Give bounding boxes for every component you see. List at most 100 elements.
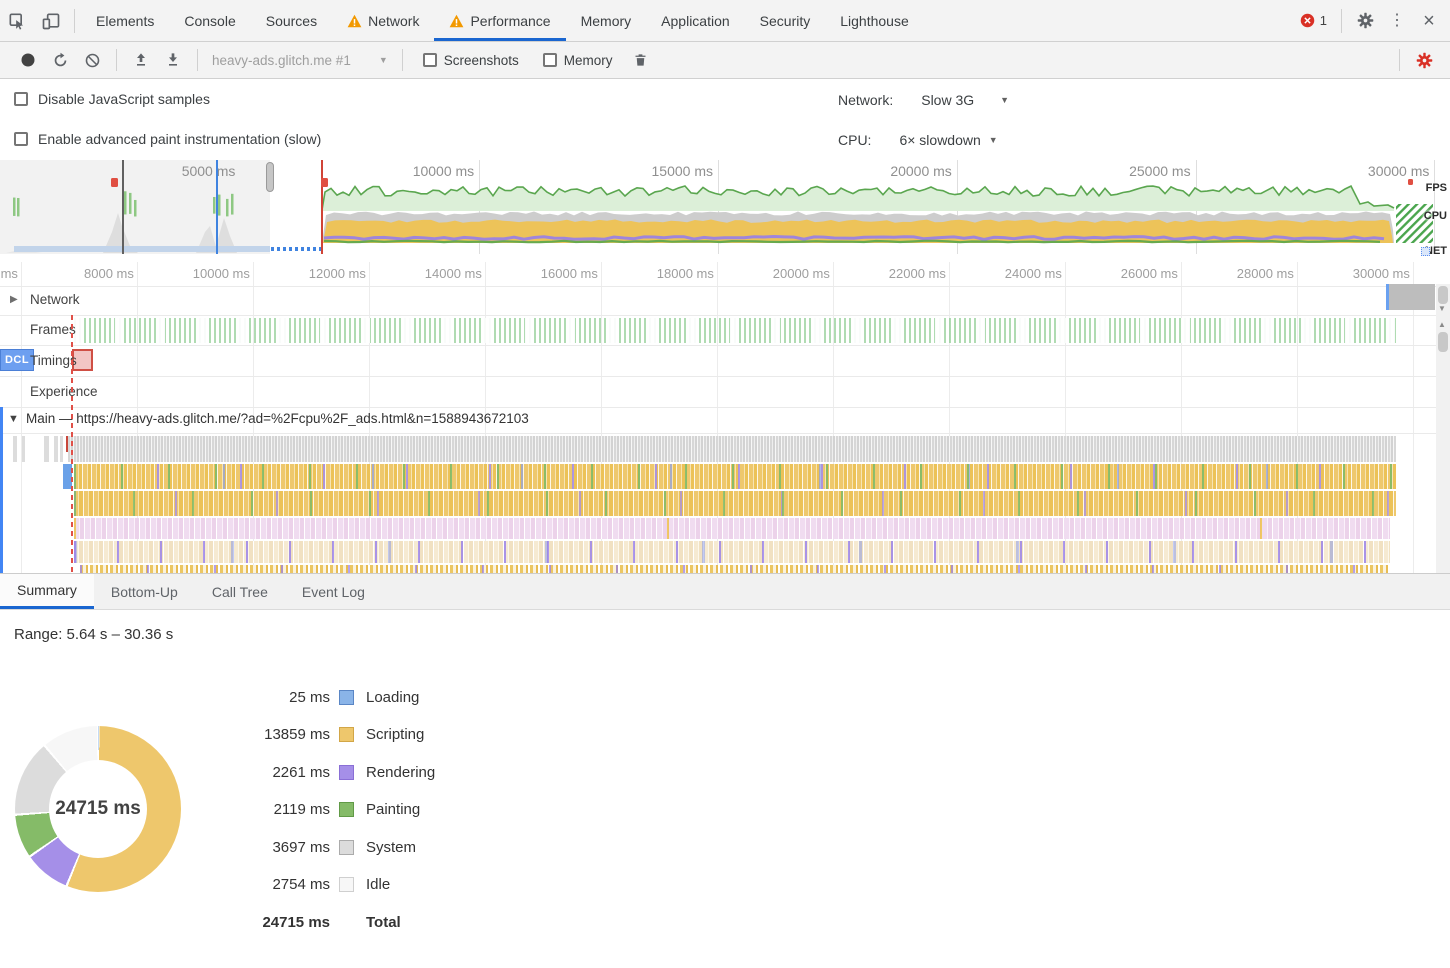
screenshots-checkbox[interactable] — [423, 53, 437, 67]
scroll-up-icon[interactable]: ▲ — [1438, 320, 1446, 329]
detail-tick-label: 24000 ms — [942, 266, 1062, 281]
overview-long-task-badge — [321, 178, 328, 187]
memory-checkbox[interactable] — [543, 53, 557, 67]
overview-selection-left-handle[interactable] — [266, 162, 274, 192]
timeline-detail-pane[interactable]: 6000 ms8000 ms10000 ms12000 ms14000 ms16… — [0, 262, 1450, 578]
legend-row: 3697 msSystem — [0, 836, 560, 858]
main-track-selection-stripe — [0, 407, 3, 578]
load-profile-icon[interactable] — [125, 46, 157, 74]
bottom-tabbar: Summary Bottom-Up Call Tree Event Log — [0, 573, 1450, 610]
tab-bottom-up[interactable]: Bottom-Up — [94, 574, 195, 609]
flame-row-4[interactable] — [74, 518, 1390, 539]
clear-icon[interactable] — [76, 46, 108, 74]
warning-icon — [449, 14, 464, 28]
disable-js-samples-group[interactable]: Disable JavaScript samples — [14, 91, 210, 107]
tab-application[interactable]: Application — [646, 0, 745, 41]
tab-lighthouse[interactable]: Lighthouse — [825, 0, 924, 41]
legend-label: Idle — [366, 876, 390, 893]
scrollbar-thumb[interactable] — [1438, 332, 1448, 352]
network-track-label[interactable]: Network — [30, 292, 80, 307]
legend-label: Painting — [366, 801, 420, 818]
tab-memory[interactable]: Memory — [566, 0, 647, 41]
vertical-scrollbar[interactable]: ▼ ▲ — [1436, 284, 1450, 578]
legend-row: 25 msLoading — [0, 686, 560, 708]
cpu-throttle-select[interactable]: 6× slowdown ▼ — [899, 132, 997, 148]
flame-row-3[interactable] — [74, 491, 1396, 516]
task-bar[interactable] — [22, 436, 25, 462]
main-track-collapse-icon[interactable]: ▼ — [8, 413, 19, 425]
legend-swatch-idle — [339, 877, 354, 892]
fps-lane-label: FPS — [1387, 182, 1447, 194]
screenshots-checkbox-group[interactable]: Screenshots — [423, 53, 519, 68]
task-bar[interactable] — [60, 436, 63, 462]
detail-tick-label: 8000 ms — [14, 266, 134, 281]
legend-value: 24715 ms — [180, 914, 330, 931]
divider — [74, 9, 75, 33]
legend-row: 13859 msScripting — [0, 724, 560, 746]
legend-swatch-scripting — [339, 727, 354, 742]
tab-sources[interactable]: Sources — [251, 0, 332, 41]
flame-row-2[interactable] — [74, 464, 1396, 489]
network-throttle-select[interactable]: Slow 3G ▼ — [921, 92, 1009, 108]
scrollbar-thumb[interactable] — [1438, 286, 1448, 304]
main-track-label[interactable]: Main — https://heavy-ads.glitch.me/?ad=%… — [26, 411, 529, 426]
devtools-window: Elements Console Sources Network Perform… — [0, 0, 1450, 968]
legend-swatch-painting — [339, 802, 354, 817]
overview-tick-label: 20000 ms — [832, 163, 952, 179]
tab-elements[interactable]: Elements — [81, 0, 169, 41]
advanced-paint-group[interactable]: Enable advanced paint instrumentation (s… — [14, 131, 321, 147]
tab-summary[interactable]: Summary — [0, 574, 94, 609]
tab-console[interactable]: Console — [169, 0, 250, 41]
load-event-dashed-line — [71, 315, 73, 576]
garbage-collect-trash-icon[interactable] — [625, 46, 657, 74]
frames-activity[interactable] — [74, 318, 1396, 343]
device-toolbar-icon[interactable] — [34, 7, 68, 35]
capture-settings-gear-icon[interactable] — [1408, 46, 1440, 74]
detail-tick-label: 30000 ms — [1290, 266, 1410, 281]
task-bar[interactable] — [54, 436, 58, 462]
detail-tick-label: 12000 ms — [246, 266, 366, 281]
network-request-bar[interactable] — [1386, 284, 1435, 310]
experience-track-label[interactable]: Experience — [30, 384, 98, 399]
dcl-timing-badge[interactable]: DCL — [0, 349, 34, 371]
flame-row-tasks[interactable] — [68, 436, 1396, 462]
console-error-badge[interactable]: 1 — [1294, 13, 1333, 28]
performance-toolbar: heavy-ads.glitch.me #1 ▼ Screenshots Mem… — [0, 42, 1450, 79]
task-bar[interactable] — [13, 436, 17, 462]
inspect-element-icon[interactable] — [0, 7, 34, 35]
tab-call-tree[interactable]: Call Tree — [195, 574, 285, 609]
advanced-paint-checkbox[interactable] — [14, 132, 28, 146]
tab-performance[interactable]: Performance — [434, 0, 565, 41]
tab-event-log[interactable]: Event Log — [285, 574, 382, 609]
reload-and-record-icon[interactable] — [44, 46, 76, 74]
chevron-down-icon: ▼ — [1000, 95, 1009, 105]
range-text: Range: 5.64 s – 30.36 s — [14, 626, 173, 643]
tab-network[interactable]: Network — [332, 0, 434, 41]
cpu-throttle-label: CPU: — [838, 132, 871, 148]
legend-swatch-loading — [339, 690, 354, 705]
disable-js-samples-checkbox[interactable] — [14, 92, 28, 106]
legend-row: 24715 msTotal — [0, 911, 560, 933]
divider — [116, 49, 117, 71]
save-profile-icon[interactable] — [157, 46, 189, 74]
detail-tick-label: 18000 ms — [594, 266, 714, 281]
more-options-kebab-icon[interactable]: ⋮ — [1382, 6, 1412, 36]
tab-security[interactable]: Security — [745, 0, 826, 41]
detail-tick-label: 20000 ms — [710, 266, 830, 281]
error-icon — [1300, 13, 1315, 28]
settings-gear-icon[interactable] — [1350, 6, 1380, 36]
frames-track-label[interactable]: Frames — [30, 322, 76, 337]
task-bar[interactable] — [44, 436, 49, 462]
network-track-expander-icon[interactable]: ▶ — [10, 294, 18, 305]
timeline-overview[interactable]: 5000 ms10000 ms15000 ms20000 ms25000 ms3… — [0, 160, 1450, 263]
detail-tick-label: 28000 ms — [1174, 266, 1294, 281]
memory-checkbox-group[interactable]: Memory — [543, 53, 613, 68]
record-icon[interactable] — [12, 46, 44, 74]
close-devtools-icon[interactable]: × — [1414, 6, 1444, 36]
scroll-down-icon[interactable]: ▼ — [1438, 304, 1446, 313]
profile-history-select[interactable]: heavy-ads.glitch.me #1 ▼ — [212, 53, 388, 68]
timings-track-label[interactable]: Timings — [30, 353, 77, 368]
overview-marker-line-dark — [122, 160, 124, 254]
flame-row-5[interactable] — [74, 541, 1390, 563]
legend-value: 2119 ms — [180, 801, 330, 818]
